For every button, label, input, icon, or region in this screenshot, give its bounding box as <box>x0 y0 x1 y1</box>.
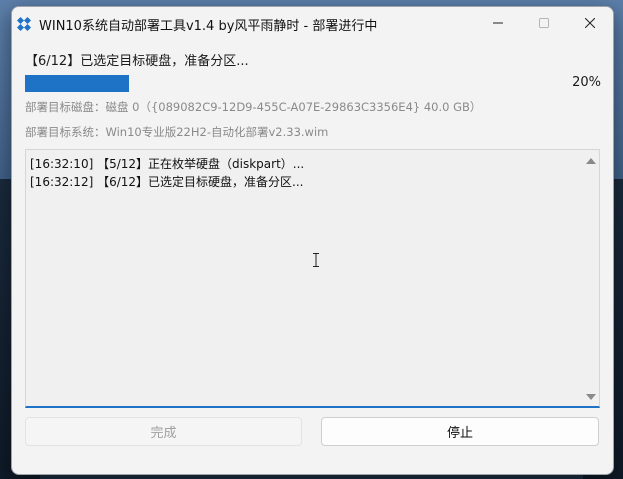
log-textbox[interactable]: [16:32:10] 【5/12】正在枚举硬盘（diskpart）... [16:… <box>25 149 600 408</box>
progress-fill <box>25 75 130 92</box>
log-line: [16:32:12] 【6/12】已选定目标硬盘，准备分区... <box>30 175 304 189</box>
close-icon <box>585 18 595 28</box>
deploy-window: WIN10系统自动部署工具v1.4 by风平雨静时 - 部署进行中 【6/12】… <box>11 6 614 475</box>
log-lines: [16:32:10] 【5/12】正在枚举硬盘（diskpart）... [16:… <box>30 155 579 191</box>
target-disk-info: 部署目标磁盘：磁盘 0（{089082C9-12D9-455C-A07E-298… <box>25 100 482 114</box>
target-system-info: 部署目标系统：Win10专业版22H2-自动化部署v2.33.wim <box>25 125 329 139</box>
stop-button[interactable]: 停止 <box>321 417 599 446</box>
log-line: [16:32:10] 【5/12】正在枚举硬盘（diskpart）... <box>30 157 305 171</box>
progress-percent: 20% <box>572 75 601 90</box>
maximize-button[interactable] <box>521 7 567 39</box>
minimize-icon <box>493 22 503 24</box>
minimize-button[interactable] <box>475 7 521 39</box>
scroll-down-arrow-icon[interactable] <box>586 394 596 400</box>
close-button[interactable] <box>567 7 613 39</box>
current-step-text: 【6/12】已选定目标硬盘，准备分区... <box>25 54 249 69</box>
app-logo-icon <box>17 17 31 31</box>
scroll-up-arrow-icon[interactable] <box>586 158 596 164</box>
maximize-icon <box>539 18 549 28</box>
done-button[interactable]: 完成 <box>25 417 302 446</box>
log-scrollbar[interactable] <box>582 150 599 406</box>
title-bar[interactable]: WIN10系统自动部署工具v1.4 by风平雨静时 - 部署进行中 <box>12 7 613 39</box>
progress-bar <box>25 75 547 92</box>
ibeam-cursor-icon <box>313 253 319 267</box>
window-title: WIN10系统自动部署工具v1.4 by风平雨静时 - 部署进行中 <box>39 19 378 34</box>
